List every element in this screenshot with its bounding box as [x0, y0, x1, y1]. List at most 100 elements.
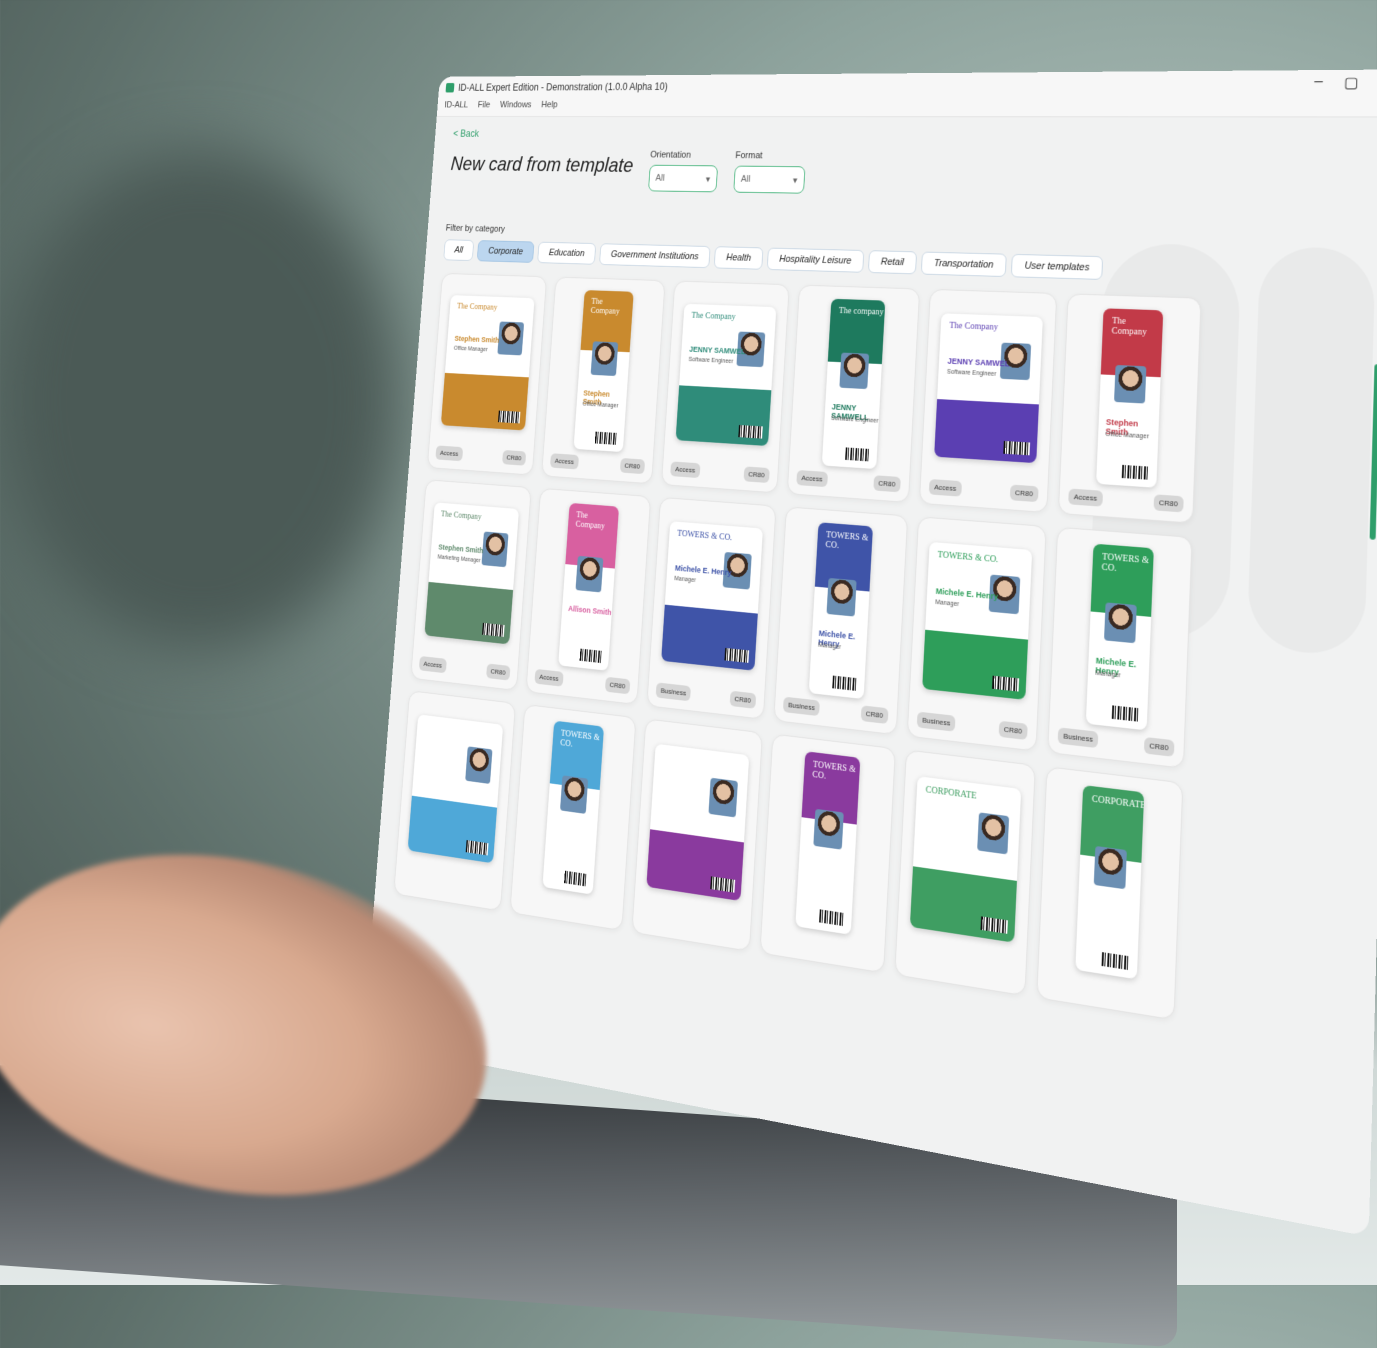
card-preview: The Company Stephen Smith Office Manager	[573, 290, 634, 453]
category-chip[interactable]: Retail	[867, 250, 918, 275]
category-tag: Access	[549, 453, 579, 470]
card-preview: CORPORATE	[909, 776, 1022, 943]
menu-bar: ID-ALL File Windows Help	[436, 95, 1377, 118]
category-chip[interactable]: Hospitality Leisure	[766, 247, 865, 273]
category-tag: Access	[670, 461, 701, 479]
category-chip[interactable]: Government Institutions	[599, 243, 711, 269]
orientation-value: All	[655, 173, 666, 184]
format-field: Format All ▾	[733, 151, 806, 194]
card-preview: The Company Stephen Smith Marketing Manage…	[424, 502, 520, 645]
card-company: The Company	[691, 310, 736, 322]
template-card[interactable]: TOWERS & CO.	[509, 704, 637, 932]
template-card[interactable]: The Company Stephen Smith Office Manager Ac…	[541, 276, 666, 485]
barcode-icon	[1111, 705, 1141, 722]
format-tag: CR80	[1143, 736, 1175, 757]
card-company: CORPORATE	[925, 784, 977, 802]
barcode-icon	[1003, 440, 1031, 456]
photo-placeholder	[497, 321, 525, 356]
window-controls: – ▢ X	[1314, 73, 1377, 92]
card-preview: The company JENNY SAMWELL Software Enginee…	[821, 298, 886, 470]
barcode-icon	[1101, 952, 1131, 971]
template-card[interactable]: The Company Stephen Smith Office Manager Ac…	[426, 272, 548, 476]
card-company: The Company	[949, 320, 999, 333]
card-preview: TOWERS & CO.	[795, 751, 861, 935]
template-card[interactable]: The Company Allison Smith Access CR80	[525, 487, 652, 706]
card-company: The Company	[456, 301, 498, 313]
card-holder-role: Marketing Manager	[437, 554, 481, 565]
category-chip[interactable]: User templates	[1010, 253, 1104, 280]
photo-placeholder	[826, 577, 857, 617]
barcode-icon	[497, 410, 521, 424]
format-tag: CR80	[1009, 484, 1039, 503]
template-card[interactable]	[393, 690, 516, 912]
barcode-icon	[564, 870, 588, 887]
window-titlebar: ID-ALL Expert Edition - Demonstration (1…	[438, 69, 1377, 99]
category-tag: Access	[435, 445, 464, 462]
orientation-select[interactable]: All ▾	[647, 164, 718, 193]
category-chip[interactable]: Transportation	[920, 251, 1007, 278]
category-chip[interactable]: Corporate	[476, 240, 535, 263]
maximize-button[interactable]: ▢	[1344, 74, 1359, 93]
photo-placeholder	[1104, 602, 1137, 644]
category-tag: Access	[1068, 488, 1103, 507]
card-preview: TOWERS & CO. Michele E. Henry Manager	[808, 522, 873, 700]
format-tag: CR80	[860, 705, 889, 725]
format-label: Format	[735, 150, 763, 161]
barcode-icon	[1121, 464, 1150, 480]
card-holder-role: Manager	[817, 642, 842, 651]
card-preview: The Company JENNY SAMWEL Software Engineer	[675, 303, 777, 447]
photo-placeholder	[1093, 845, 1127, 890]
card-preview: The Company Stephen Smith Office Manager	[440, 295, 535, 431]
category-tag: Access	[796, 469, 828, 488]
menu-file[interactable]: File	[477, 100, 490, 110]
template-card[interactable]: CORPORATE	[1036, 766, 1184, 1021]
card-holder-role: Office Manager	[453, 345, 488, 353]
barcode-icon	[724, 647, 750, 663]
card-preview: TOWERS & CO. Michele E. Henry Manager	[661, 521, 763, 671]
photo-placeholder	[813, 808, 844, 850]
template-card[interactable]: TOWERS & CO. Michele E. Henry Manager Busin…	[773, 506, 909, 736]
category-tag: Business	[1057, 727, 1099, 749]
template-card[interactable]	[631, 718, 763, 952]
card-company: The Company	[440, 509, 482, 522]
template-card[interactable]: The Company Stephen Smith Office Manager Ac…	[1057, 293, 1202, 524]
category-chip[interactable]: All	[443, 239, 475, 262]
photo-placeholder	[839, 352, 870, 389]
minimize-button[interactable]: –	[1314, 74, 1323, 93]
template-card[interactable]: TOWERS & CO. Michele E. Henry Manager Busin…	[1047, 526, 1193, 769]
orientation-label: Orientation	[650, 149, 692, 161]
barcode-icon	[579, 648, 604, 664]
format-tag: CR80	[604, 676, 631, 695]
barcode-icon	[845, 447, 871, 462]
card-holder-role: Manager	[935, 599, 960, 608]
menu-help[interactable]: Help	[541, 100, 558, 110]
format-tag: CR80	[743, 466, 770, 484]
card-preview: The Company JENNY SAMWEL Software Engineer	[934, 313, 1043, 464]
format-tag: CR80	[501, 449, 527, 466]
menu-windows[interactable]: Windows	[500, 100, 532, 110]
format-tag: CR80	[729, 690, 757, 709]
template-card[interactable]: The Company Stephen Smith Marketing Manage…	[410, 479, 532, 691]
category-chip[interactable]: Education	[537, 241, 597, 265]
format-select[interactable]: All ▾	[733, 165, 806, 194]
barcode-icon	[992, 675, 1020, 692]
card-company: The Company	[590, 296, 620, 317]
template-card[interactable]: The Company JENNY SAMWEL Software Engineer…	[661, 280, 790, 494]
card-company: TOWERS & CO.	[825, 530, 869, 551]
template-card[interactable]: CORPORATE	[894, 749, 1036, 997]
decorative-shape	[1246, 246, 1376, 659]
template-card[interactable]: TOWERS & CO.	[759, 733, 896, 974]
card-holder-name: JENNY SAMWEL	[947, 356, 1010, 369]
category-chip[interactable]: Health	[713, 246, 764, 270]
template-card[interactable]: The company JENNY SAMWELL Software Enginee…	[786, 284, 921, 503]
photo-placeholder	[590, 341, 619, 376]
back-link[interactable]: < Back	[453, 128, 480, 139]
window-title: ID-ALL Expert Edition - Demonstration (1…	[457, 80, 669, 94]
category-tag: Business	[782, 696, 821, 717]
menu-app[interactable]: ID-ALL	[444, 100, 468, 110]
card-holder-role: Office Manager	[582, 401, 619, 410]
template-card[interactable]: The Company JENNY SAMWEL Software Engineer…	[918, 288, 1058, 514]
template-card[interactable]: TOWERS & CO. Michele E. Henry Manager Busin…	[646, 496, 777, 720]
barcode-icon	[482, 622, 505, 637]
template-card[interactable]: TOWERS & CO. Michele E. Henry Manager Busin…	[906, 516, 1047, 752]
